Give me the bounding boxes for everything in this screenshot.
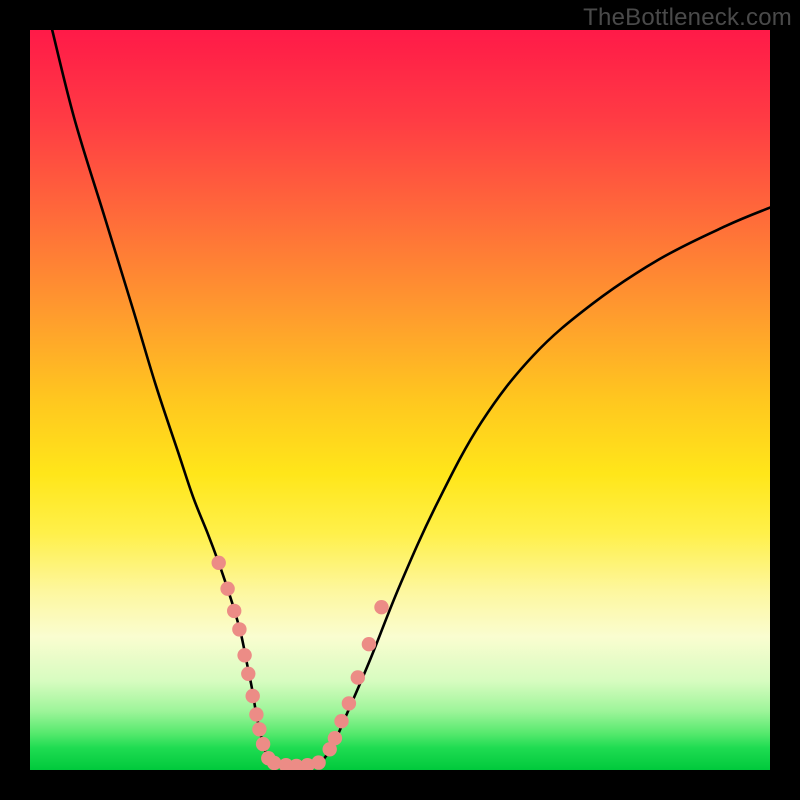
data-point <box>249 707 263 721</box>
data-point <box>246 689 260 703</box>
data-point <box>342 696 356 710</box>
data-point <box>362 637 376 651</box>
data-point <box>227 604 241 618</box>
chart-frame: TheBottleneck.com <box>0 0 800 800</box>
valley-floor-markers <box>267 755 326 770</box>
data-point <box>220 582 234 596</box>
left-branch-markers <box>212 556 276 766</box>
data-point <box>232 622 246 636</box>
data-point <box>212 556 226 570</box>
chart-svg <box>30 30 770 770</box>
right-branch-markers <box>323 600 389 757</box>
data-point <box>252 722 266 736</box>
data-point <box>374 600 388 614</box>
watermark-text: TheBottleneck.com <box>583 4 792 32</box>
data-point <box>241 667 255 681</box>
data-point <box>351 670 365 684</box>
data-point <box>237 648 251 662</box>
data-point <box>311 755 325 769</box>
plot-area <box>30 30 770 770</box>
data-point <box>328 731 342 745</box>
bottleneck-curve <box>52 30 770 766</box>
data-point <box>334 714 348 728</box>
data-point <box>256 737 270 751</box>
